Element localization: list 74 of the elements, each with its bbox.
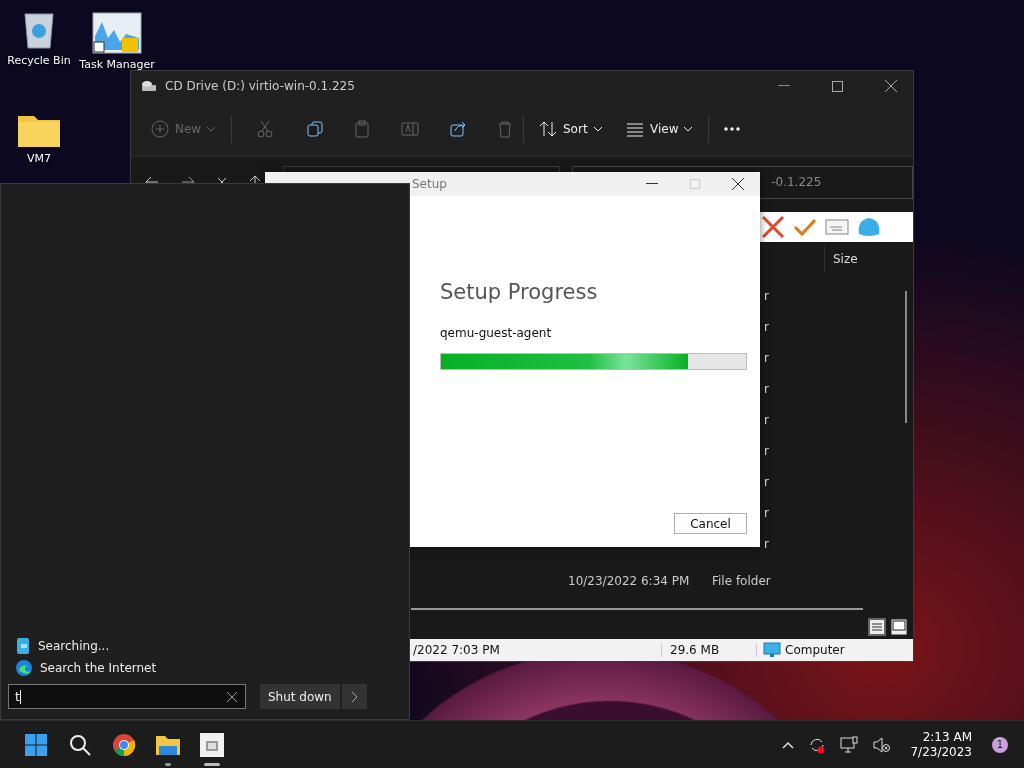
window-title: CD Drive (D:) virtio-win-0.1.225 — [165, 79, 355, 93]
search-field[interactable]: t — [8, 684, 246, 709]
browser-icon — [15, 659, 33, 677]
more-icon — [723, 126, 741, 132]
table-cell: r — [764, 537, 769, 551]
table-cell: r — [764, 382, 769, 396]
checkmark-icon[interactable] — [793, 217, 817, 237]
chevron-right-icon — [350, 690, 358, 703]
chevron-down-icon — [207, 126, 216, 132]
table-cell: r — [764, 289, 769, 303]
view-button[interactable]: View — [626, 117, 693, 141]
table-cell: r — [764, 506, 769, 520]
muted-speaker-icon[interactable] — [872, 735, 891, 754]
drive-icon — [141, 80, 157, 92]
monitor-icon — [763, 642, 781, 658]
table-cell: r — [764, 320, 769, 334]
running-indicator — [165, 762, 171, 766]
component-label: qemu-guest-agent — [440, 326, 553, 340]
table-cell: r — [764, 351, 769, 365]
folder-icon[interactable] — [155, 733, 181, 756]
dialog-heading: Setup Progress — [440, 280, 599, 304]
status-text: Computer — [785, 643, 845, 657]
table-cell: r — [764, 444, 769, 458]
clock[interactable]: 2:13 AM 7/23/2023 — [910, 729, 972, 760]
close-icon[interactable] — [885, 80, 897, 92]
date-text: 7/23/2023 — [910, 744, 972, 760]
search-icon[interactable] — [69, 733, 91, 756]
table-cell: r — [764, 475, 769, 489]
plus-icon — [151, 120, 169, 138]
maximize-icon — [690, 179, 700, 189]
column-header[interactable]: Size — [824, 247, 858, 271]
start-icon[interactable] — [25, 733, 47, 756]
chevron-down-icon — [593, 126, 602, 132]
notification-badge[interactable]: 1 — [992, 736, 1008, 753]
dialog-title: Setup — [412, 177, 447, 191]
list-icon — [626, 120, 644, 138]
share-icon — [449, 120, 467, 138]
time-text: 2:13 AM — [922, 729, 972, 745]
minimize-icon[interactable] — [646, 183, 658, 185]
network-icon[interactable] — [840, 735, 859, 754]
desktop-icon-label[interactable]: Task Manager — [79, 58, 155, 71]
details-view-icon[interactable] — [868, 618, 886, 636]
scrollbar[interactable] — [905, 291, 907, 423]
recycle-bin-icon[interactable] — [21, 10, 57, 50]
copy-icon — [306, 120, 324, 138]
running-indicator — [204, 762, 220, 766]
rename-icon — [401, 120, 419, 138]
delete-x-icon[interactable] — [761, 215, 785, 239]
close-icon[interactable] — [732, 178, 744, 190]
table-cell: File folder — [712, 574, 771, 588]
installer-icon[interactable] — [200, 732, 224, 757]
table-cell: r — [764, 413, 769, 427]
minimize-icon[interactable] — [778, 85, 790, 87]
scissors-icon — [256, 120, 274, 138]
search-result[interactable]: Search the Internet — [15, 657, 409, 679]
status-text: 29.6 MB — [662, 643, 757, 657]
task-manager-icon[interactable] — [92, 12, 142, 54]
desktop-icon-label[interactable]: Recycle Bin — [7, 54, 71, 67]
scrollbar[interactable] — [411, 608, 863, 610]
table-cell: 10/23/2022 6:34 PM — [568, 574, 690, 588]
sort-icon — [539, 120, 557, 138]
shut-down-button[interactable]: Shut down — [260, 684, 340, 709]
chevron-up-icon[interactable] — [782, 740, 795, 749]
clear-icon[interactable] — [227, 691, 237, 702]
browser-icon[interactable] — [112, 732, 136, 757]
desktop-icon-label[interactable]: VM7 — [27, 152, 51, 165]
large-icons-view-icon[interactable] — [890, 618, 908, 636]
cancel-button[interactable]: Cancel — [674, 513, 747, 534]
trash-icon — [496, 120, 514, 138]
maximize-icon[interactable] — [832, 80, 843, 92]
chevron-down-icon — [684, 126, 693, 132]
document-icon — [15, 637, 31, 655]
sort-button[interactable]: Sort — [539, 117, 602, 141]
clipboard-icon — [353, 120, 371, 138]
